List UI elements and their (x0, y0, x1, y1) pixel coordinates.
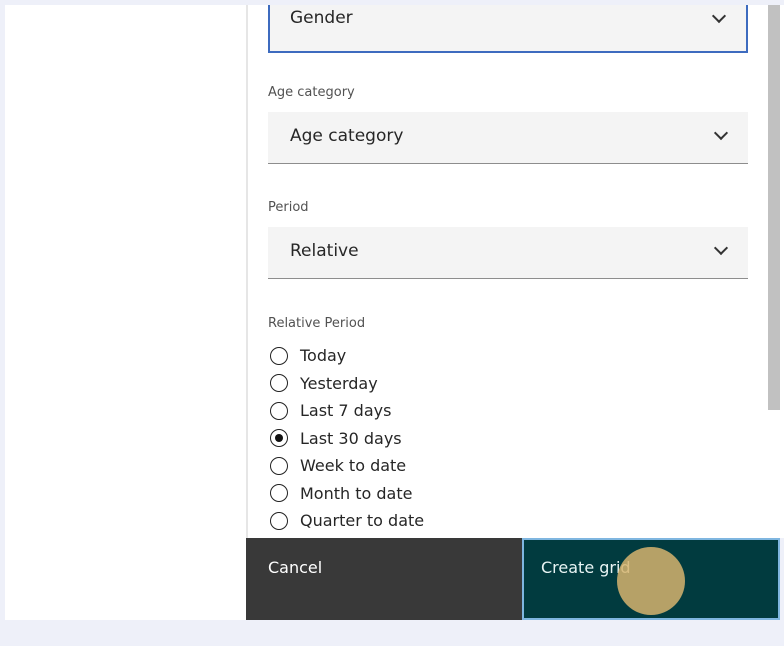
gender-select[interactable]: Gender (268, 5, 748, 53)
radio-label: Quarter to date (300, 511, 425, 531)
click-cursor-indicator (617, 547, 685, 615)
age-category-label: Age category (268, 85, 355, 100)
radio-week-to-date[interactable]: Week to date (270, 452, 424, 480)
create-grid-panel: Gender Age category Age category Period … (246, 5, 784, 538)
period-value: Relative (290, 241, 359, 261)
radio-last-7-days[interactable]: Last 7 days (270, 397, 424, 425)
radio-label: Week to date (300, 456, 407, 476)
radio-label: Last 7 days (300, 401, 392, 421)
radio-label: Yesterday (300, 373, 378, 393)
radio-last-30-days[interactable]: Last 30 days (270, 425, 424, 453)
age-category-select[interactable]: Age category (268, 112, 748, 164)
radio-circle-icon[interactable] (270, 456, 288, 475)
radio-circle-icon[interactable] (270, 484, 288, 503)
radio-month-to-date[interactable]: Month to date (270, 480, 424, 508)
radio-label: Month to date (300, 483, 413, 503)
radio-circle-icon[interactable] (270, 346, 288, 365)
relative-period-radio-group: Today Yesterday Last 7 days Last 30 days… (270, 342, 424, 535)
scrollbar-thumb[interactable] (768, 5, 780, 410)
left-pane (5, 5, 246, 620)
chevron-down-icon (713, 125, 729, 141)
age-category-value: Age category (290, 126, 404, 146)
radio-today[interactable]: Today (270, 342, 424, 370)
button-bar: Cancel Create grid (246, 538, 784, 620)
period-label: Period (268, 200, 309, 215)
chevron-down-icon (713, 240, 729, 256)
radio-label: Last 30 days (300, 428, 402, 448)
gender-select-value: Gender (290, 8, 353, 28)
radio-circle-icon[interactable] (270, 374, 288, 393)
radio-quarter-to-date[interactable]: Quarter to date (270, 507, 424, 535)
radio-label: Today (300, 346, 347, 366)
cancel-button[interactable]: Cancel (246, 538, 522, 620)
radio-checked-icon[interactable] (270, 429, 288, 448)
chevron-down-icon (711, 8, 727, 24)
radio-circle-icon[interactable] (270, 401, 288, 420)
radio-circle-icon[interactable] (270, 511, 288, 530)
relative-period-label: Relative Period (268, 316, 366, 331)
period-select[interactable]: Relative (268, 227, 748, 279)
radio-yesterday[interactable]: Yesterday (270, 370, 424, 398)
